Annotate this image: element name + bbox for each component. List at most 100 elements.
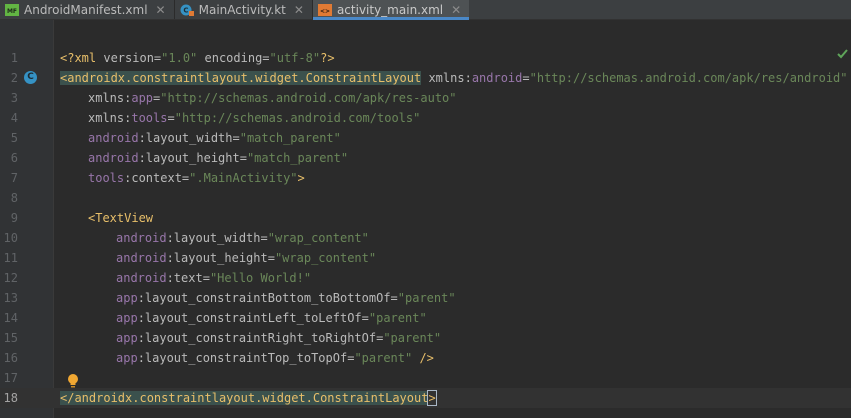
code-line[interactable]: 13 app:layout_constraintBottom_toBottomOf… [0,288,851,308]
code-token: app [131,91,154,105]
code-token: "parent" [397,291,456,305]
code-token: <TextView [88,211,154,225]
code-text: app:layout_constraintBottom_toBottomOf="… [116,288,456,308]
code-text: android:layout_height="wrap_content" [116,248,376,268]
code-token: :layout_constraintRight_toRightOf= [137,331,384,345]
code-token: android [88,151,139,165]
code-token: "http://schemas.android.com/apk/res-auto… [160,91,457,105]
code-token: "match_parent" [246,151,349,165]
code-token: encoding= [197,51,270,65]
code-line[interactable]: 4 xmlns:tools="http://schemas.android.com… [0,108,851,128]
svg-text:MF: MF [7,8,17,15]
code-text: <TextView [88,208,153,228]
line-number: 7 [10,171,18,185]
line-number: 8 [10,191,18,205]
code-token: app [116,311,138,325]
code-token: :layout_width= [166,231,268,245]
code-text: <?xml version="1.0" encoding="utf-8"?> [60,48,335,68]
code-token: app [116,351,138,365]
manifest-file-icon: MF [5,3,19,16]
code-token: android [116,231,167,245]
code-token: "http://schemas.android.com/tools" [174,111,421,125]
code-token: android [471,71,523,85]
code-line[interactable]: 8 [0,188,851,208]
code-token: :layout_height= [138,151,247,165]
code-text: app:layout_constraintTop_toTopOf="parent… [116,348,434,368]
code-token: "match_parent" [239,131,341,145]
lightbulb-icon[interactable] [66,373,80,389]
code-line[interactable]: 5 android:layout_width="match_parent" [0,128,851,148]
line-number: 10 [3,231,18,245]
code-text: android:layout_width="match_parent" [88,128,341,148]
code-line[interactable]: 17 [0,368,851,388]
code-token: :layout_height= [166,251,275,265]
close-icon[interactable]: ✕ [451,4,461,16]
line-number: 15 [3,331,18,345]
code-line[interactable]: 18 </androidx.constraintlayout.widget.Con… [0,388,851,408]
code-token: xmlns: [421,71,472,85]
code-token: "parent" [383,331,442,345]
code-line[interactable]: 1 <?xml version="1.0" encoding="utf-8"?> [0,48,851,68]
code-text: xmlns:app="http://schemas.android.com/ap… [88,88,457,108]
code-text: </androidx.constraintlayout.widget.Const… [60,388,437,408]
kotlin-class-icon: C [180,4,194,16]
code-token: "Hello World!" [209,271,312,285]
code-line[interactable]: 11 android:layout_height="wrap_content" [0,248,851,268]
line-number: 14 [3,311,18,325]
code-token: xmlns: [88,111,132,125]
code-token: app [116,331,138,345]
code-line[interactable]: 6 android:layout_height="match_parent" [0,148,851,168]
code-line[interactable]: 14 app:layout_constraintLeft_toLeftOf="pa… [0,308,851,328]
code-line[interactable]: 7 tools:context=".MainActivity"> [0,168,851,188]
code-token: ?> [320,51,335,65]
code-token: <?xml [60,51,104,65]
code-editor[interactable]: C 1 <?xml version="1.0" encoding="utf-8"?… [0,20,851,418]
code-text: android:text="Hello World!" [116,268,311,288]
code-token: :layout_width= [138,131,240,145]
code-token: = [167,111,175,125]
tab-android-manifest[interactable]: MF AndroidManifest.xml ✕ [0,0,174,19]
code-text: android:layout_height="match_parent" [88,148,348,168]
code-line[interactable]: 2 <androidx.constraintlayout.widget.Const… [0,68,851,88]
code-token: :context= [124,171,190,185]
svg-text:C: C [183,6,188,14]
line-number: 6 [10,151,18,165]
code-token: "1.0" [161,51,198,65]
code-token: android [88,131,139,145]
code-token: "parent" [368,311,427,325]
line-number: 17 [3,371,18,385]
code-token: "wrap_content" [274,251,377,265]
svg-text:<>: <> [320,8,330,15]
code-line[interactable]: 3 xmlns:app="http://schemas.android.com/a… [0,88,851,108]
xml-layout-file-icon: <> [317,3,332,16]
line-number: 9 [10,211,18,225]
code-token: ".MainActivity" [189,171,298,185]
close-icon[interactable]: ✕ [294,4,304,16]
close-icon[interactable]: ✕ [156,4,166,16]
code-token: <androidx.constraintlayout.widget.Constr… [60,71,422,85]
code-line[interactable]: 16 app:layout_constraintTop_toTopOf="pare… [0,348,851,368]
code-lines: 1 <?xml version="1.0" encoding="utf-8"?> 2… [0,48,851,408]
line-number: 13 [3,291,18,305]
code-token: android [116,251,167,265]
code-token: app [116,291,138,305]
code-token: "http://schemas.android.com/apk/res/andr… [529,71,848,85]
code-line[interactable]: 15 app:layout_constraintRight_toRightOf="… [0,328,851,348]
code-line[interactable]: 12 android:text="Hello World!" [0,268,851,288]
code-token: "parent" [354,351,413,365]
code-text: android:layout_width="wrap_content" [116,228,369,248]
ide-window: MF AndroidManifest.xml ✕ C MainActivity.… [0,0,851,418]
tab-main-activity[interactable]: C MainActivity.kt ✕ [175,0,312,19]
tab-activity-main[interactable]: <> activity_main.xml ✕ [312,0,470,20]
editor-tab-bar: MF AndroidManifest.xml ✕ C MainActivity.… [0,0,851,20]
code-line[interactable]: 10 android:layout_width="wrap_content" [0,228,851,248]
line-number: 5 [10,131,18,145]
tab-label: AndroidManifest.xml [24,2,148,17]
line-number: 18 [3,391,18,405]
code-line[interactable]: 9 <TextView [0,208,851,228]
code-token: </androidx.constraintlayout.widget.Const… [60,391,429,405]
code-text: xmlns:tools="http://schemas.android.com/… [88,108,420,128]
tab-label: activity_main.xml [336,2,444,17]
line-number: 16 [3,351,18,365]
code-token: = [522,71,530,85]
